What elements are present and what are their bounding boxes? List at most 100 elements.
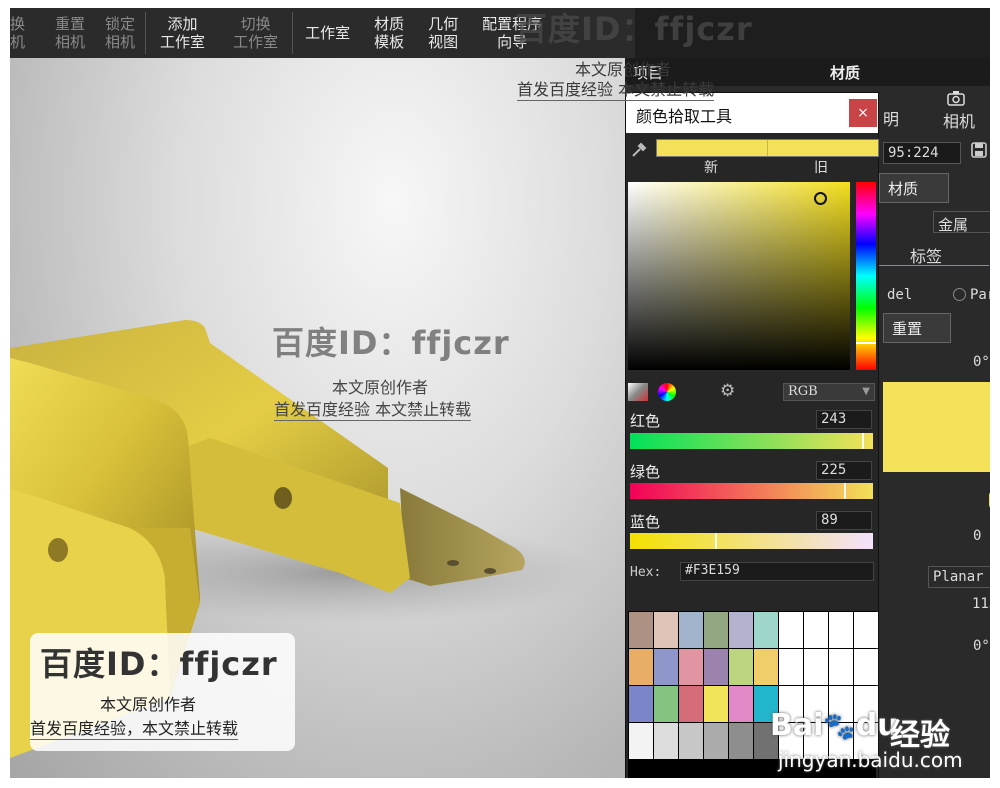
tab-tags[interactable]: 标签 [910,243,942,267]
palette-swatch[interactable] [729,686,753,722]
toolbar-label-bottom: 工作室 [160,33,206,51]
palette-swatch[interactable] [654,649,678,685]
toolbar-label-top: 切换 [240,15,271,33]
red-value-input[interactable]: 243 [816,410,872,429]
green-slider-handle[interactable] [844,483,847,499]
red-slider[interactable] [630,433,873,449]
color-picker-dialog: 颜色拾取工具 × 新 旧 ⚙ RGB ▼ 红色 243 绿色 225 蓝色 89… [625,92,879,778]
palette-swatch[interactable] [704,723,728,759]
baidu-paw-icon: 🐾 [823,712,856,742]
color-rgb-field[interactable]: 95:224 [883,142,961,164]
toolbar-label-bottom: 机 [10,33,26,51]
toolbar-label-top: 锁定 [105,15,136,33]
hue-slider[interactable] [856,182,876,370]
reset-button[interactable]: 重置 [883,313,951,343]
palette-swatch[interactable] [629,723,653,759]
eyedropper-icon[interactable] [630,141,650,161]
tab-material[interactable]: 材质 [830,62,860,83]
palette-swatch[interactable] [704,686,728,722]
camera-label[interactable]: 相机 [943,108,975,132]
mapping-select[interactable]: Planar [928,566,990,588]
toolbar-geometry-view-button[interactable]: 几何 视图 [416,8,470,58]
toolbar-switch-camera-button[interactable]: 换 机 [10,8,45,58]
dialog-title: 颜色拾取工具 [636,107,733,126]
camera-icon[interactable] [947,90,965,110]
saturation-value-area[interactable] [628,182,850,370]
material-button[interactable]: 材质 [879,173,949,203]
blue-value-input[interactable]: 89 [816,511,872,530]
toolbar-reset-camera-button[interactable]: 重置 相机 [45,8,95,58]
palette-swatch[interactable] [704,612,728,648]
watermark-notice: 首发百度经验，本文禁止转载 [30,715,239,740]
palette-swatch[interactable] [679,723,703,759]
toolbar-material-templates-button[interactable]: 材质 模板 [362,8,416,58]
palette-swatch[interactable] [754,649,778,685]
toolbar-label-bottom: 相机 [55,33,86,51]
palette-swatch[interactable] [804,612,828,648]
palette-swatch[interactable] [854,649,878,685]
watermark-author: 本文原创作者 [332,378,429,397]
toolbar-label-top: 材质 [374,15,405,33]
gradient-mode-icon[interactable] [628,383,648,401]
toolbar-label-top: 换 [10,15,26,33]
palette-swatch[interactable] [629,612,653,648]
baidu-logo-text: Bai🐾du [770,708,899,743]
color-wheel-icon[interactable] [658,383,676,401]
toolbar-label-bottom: 工作室 [233,33,279,51]
palette-swatch[interactable] [729,649,753,685]
material-type-select[interactable]: 金属 [933,211,990,234]
app-window: 换 机 重置 相机 锁定 相机 添加 工作室 切换 工作室 工作室 材质 模板 … [10,8,990,778]
palette-swatch[interactable] [779,649,803,685]
palette-swatch[interactable] [679,686,703,722]
close-button[interactable]: × [849,99,877,127]
palette-swatch[interactable] [704,649,728,685]
palette-swatch[interactable] [804,649,828,685]
gear-icon[interactable]: ⚙ [720,381,735,401]
palette-swatch[interactable] [779,612,803,648]
value-field[interactable]: 0 [973,528,981,544]
palette-swatch[interactable] [629,686,653,722]
blue-slider[interactable] [630,533,873,549]
lighting-label[interactable]: 明 [883,106,899,130]
color-compare-swatch[interactable] [656,139,879,157]
toolbar-add-studio-button[interactable]: 添加 工作室 [146,8,219,58]
palette-swatch[interactable] [829,649,853,685]
palette-swatch[interactable] [629,649,653,685]
palette-swatch[interactable] [679,649,703,685]
hex-input[interactable]: #F3E159 [680,562,874,581]
palette-swatch[interactable] [829,612,853,648]
palette-swatch[interactable] [654,612,678,648]
red-label: 红色 [630,412,661,430]
color-preview[interactable] [883,382,990,472]
angle-field-2[interactable]: 0° [973,638,990,654]
hue-marker[interactable] [856,342,876,344]
sv-cursor[interactable] [814,192,827,205]
green-value-input[interactable]: 225 [816,461,872,480]
palette-swatch[interactable] [654,686,678,722]
toolbar-lock-camera-button[interactable]: 锁定 相机 [95,8,145,58]
watermark-notice: 首发百度经验 本文禁止转载 [274,396,472,421]
red-slider-handle[interactable] [861,433,864,449]
toolbar-switch-studio-button[interactable]: 切换 工作室 [219,8,292,58]
toolbar-label-top: 工作室 [305,24,351,42]
palette-swatch[interactable] [679,612,703,648]
green-slider[interactable] [630,483,873,499]
palette-swatch[interactable] [754,612,778,648]
save-icon[interactable] [971,142,987,162]
palette-swatch[interactable] [654,723,678,759]
baidu-url-text: jingyan.baidu.com [778,748,963,772]
blue-slider-handle[interactable] [714,533,717,549]
palette-swatch[interactable] [729,612,753,648]
watermark-id: 百度ID：ffjczr [272,324,510,362]
angle-field[interactable]: 0° [973,354,990,370]
scale-field[interactable]: 113 [972,596,990,612]
color-mode-select[interactable]: RGB ▼ [783,383,875,401]
toolbar-studio-button[interactable]: 工作室 [293,8,362,58]
watermark-notice: 首发百度经验 本文禁止转载 [517,76,715,101]
color-mode-value: RGB [788,384,818,399]
palette-swatch[interactable] [854,612,878,648]
part-radio[interactable] [953,288,966,301]
toolbar-label-bottom: 相机 [105,33,136,51]
slider-handle[interactable] [989,492,990,508]
palette-swatch[interactable] [729,723,753,759]
